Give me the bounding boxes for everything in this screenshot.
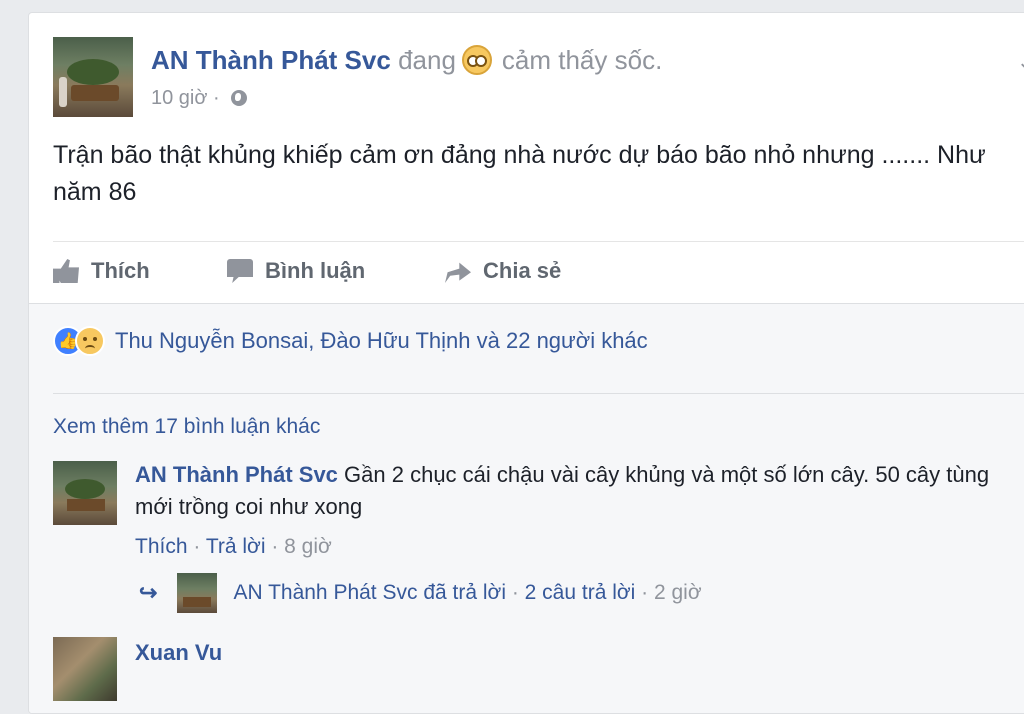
meta-separator: · xyxy=(213,87,220,109)
comment-item: Xuan Vu xyxy=(53,637,1013,713)
like-button[interactable]: Thích xyxy=(53,258,150,284)
feeling-prefix: đang xyxy=(398,45,456,75)
view-more-comments-link[interactable]: Xem thêm 17 bình luận khác xyxy=(53,415,320,439)
comment-item: AN Thành Phát Svc Gần 2 chục cái chậu và… xyxy=(53,461,1013,571)
comment-avatar[interactable] xyxy=(53,637,117,701)
comment-meta: Thích · Trả lời · 8 giờ xyxy=(135,535,332,558)
author-line: AN Thành Phát Svc đang cảm thấy sốc. xyxy=(151,43,662,77)
shocked-emoji-icon xyxy=(461,45,492,75)
thumbs-up-icon xyxy=(53,259,79,283)
comment-button[interactable]: Bình luận xyxy=(227,258,365,284)
author-name[interactable]: AN Thành Phát Svc xyxy=(151,45,391,75)
reply-count: 2 câu trả lời xyxy=(524,581,636,604)
like-label: Thích xyxy=(91,258,150,283)
reply-author: AN Thành Phát Svc xyxy=(233,581,418,604)
comment-label: Bình luận xyxy=(265,258,366,283)
share-button[interactable]: Chia sẻ xyxy=(445,258,561,284)
comment-reply-link[interactable]: Trả lời xyxy=(206,535,266,558)
comment-bubble-icon xyxy=(227,259,253,283)
sad-reaction-icon xyxy=(75,326,105,356)
author-avatar[interactable] xyxy=(53,37,133,117)
share-label: Chia sẻ xyxy=(483,258,562,283)
post-text: Trận bão thật khủng khiếp cảm ơn đảng nh… xyxy=(53,141,986,206)
share-arrow-icon xyxy=(445,262,471,283)
comment-author[interactable]: AN Thành Phát Svc xyxy=(135,462,338,487)
reply-action: đã trả lời xyxy=(423,581,506,604)
post-time[interactable]: 10 giờ xyxy=(151,87,207,109)
post-meta: 10 giờ · xyxy=(151,87,248,110)
reply-time: 2 giờ xyxy=(653,581,702,604)
comments-section: 👍 Thu Nguyễn Bonsai, Đào Hữu Thịnh và 22… xyxy=(29,303,1024,713)
divider xyxy=(53,393,1024,394)
post-header: AN Thành Phát Svc đang cảm thấy sốc. 10 g… xyxy=(53,37,1013,121)
reply-avatar xyxy=(177,573,218,613)
globe-icon[interactable] xyxy=(231,90,248,106)
post-card: AN Thành Phát Svc đang cảm thấy sốc. 10 g… xyxy=(28,12,1024,714)
reactions-text: Thu Nguyễn Bonsai, Đào Hữu Thịnh và 22 n… xyxy=(115,328,648,353)
feeling-text[interactable]: cảm thấy sốc. xyxy=(502,45,662,75)
comment-time[interactable]: 8 giờ xyxy=(284,535,332,558)
reactions-summary[interactable]: 👍 Thu Nguyễn Bonsai, Đào Hữu Thịnh và 22… xyxy=(53,326,648,356)
comment-avatar[interactable] xyxy=(53,461,117,525)
comment-body: AN Thành Phát Svc Gần 2 chục cái chậu và… xyxy=(135,459,995,523)
comment-author[interactable]: Xuan Vu xyxy=(135,640,222,665)
chevron-down-icon[interactable]: ⌄ xyxy=(1017,49,1024,75)
post-actions: Thích Bình luận Chia sẻ xyxy=(53,241,1024,304)
comment-like-link[interactable]: Thích xyxy=(135,535,188,558)
reply-arrow-icon: ↪ xyxy=(139,580,158,605)
replies-summary[interactable]: ↪ AN Thành Phát Svc đã trả lời · 2 câu t… xyxy=(139,573,702,613)
comment-body: Xuan Vu xyxy=(135,637,995,669)
